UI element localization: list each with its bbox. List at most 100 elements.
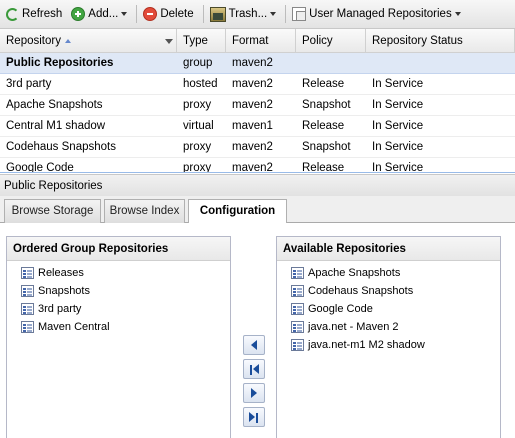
cell-format: maven1 — [232, 120, 273, 132]
list-item-label: java.net - Maven 2 — [308, 321, 399, 333]
chevron-down-icon — [454, 12, 461, 16]
cell-type: virtual — [183, 120, 214, 132]
column-header-status[interactable]: Repository Status — [366, 29, 515, 53]
chevron-down-icon — [121, 12, 128, 16]
delete-button[interactable]: Delete — [140, 3, 196, 25]
list-item[interactable]: java.net - Maven 2 — [277, 318, 500, 336]
cell-policy — [296, 53, 366, 74]
tab-configuration[interactable]: Configuration — [188, 199, 287, 224]
cell-type: hosted — [183, 78, 218, 90]
view-selector-label: User Managed Repositories — [309, 8, 452, 20]
list-item[interactable]: Snapshots — [7, 282, 230, 300]
cell-status: In Service — [372, 141, 424, 153]
available-repositories-list[interactable]: Apache Snapshots Codehaus Snapshots Goog… — [277, 261, 500, 354]
refresh-button[interactable]: Refresh — [3, 3, 65, 25]
list-item[interactable]: Google Code — [277, 300, 500, 318]
list-item[interactable]: 3rd party — [7, 300, 230, 318]
repository-icon — [21, 285, 34, 297]
delete-label: Delete — [160, 8, 194, 20]
toolbar-separator — [285, 5, 287, 23]
trash-button[interactable]: Trash... — [207, 3, 280, 25]
arrow-left-icon — [253, 364, 259, 374]
move-all-right-button[interactable] — [243, 407, 265, 427]
cell-repository: Public Repositories — [6, 57, 114, 69]
table-row[interactable]: Codehaus Snapshots proxy maven2 Snapshot… — [0, 137, 515, 158]
list-item-label: Codehaus Snapshots — [308, 285, 414, 297]
column-header-repository[interactable]: Repository — [0, 29, 177, 53]
column-header-label: Repository — [6, 35, 61, 47]
arrow-right-icon — [251, 388, 257, 398]
cell-status: In Service — [372, 78, 424, 90]
repository-icon — [291, 321, 304, 333]
grid-header: Repository Type Format Policy Repository… — [0, 29, 515, 53]
table-row[interactable]: Google Code proxy maven2 Release In Serv… — [0, 158, 515, 173]
toolbar-separator — [136, 5, 138, 23]
available-repositories-box: Available Repositories Apache Snapshots … — [276, 236, 501, 438]
sort-ascending-icon — [64, 38, 71, 43]
cell-type: proxy — [183, 162, 212, 173]
column-header-type[interactable]: Type — [177, 29, 226, 53]
arrow-left-icon — [251, 340, 257, 350]
tab-bar: Browse Storage Browse Index Configuratio… — [0, 196, 515, 224]
configuration-panel: Ordered Group Repositories Releases Snap… — [0, 223, 515, 438]
panel-title: Public Repositories — [0, 174, 515, 196]
column-header-format[interactable]: Format — [226, 29, 296, 53]
cell-status: In Service — [372, 162, 424, 173]
chevron-down-icon — [270, 12, 277, 16]
cell-status: In Service — [372, 99, 424, 111]
move-right-button[interactable] — [243, 383, 265, 403]
move-all-left-button[interactable] — [243, 359, 265, 379]
cell-repository: Central M1 shadow — [6, 120, 106, 132]
ordered-repositories-list[interactable]: Releases Snapshots 3rd party Maven Centr… — [7, 261, 230, 336]
repository-icon — [291, 303, 304, 315]
cell-policy: Release — [302, 120, 345, 132]
list-item-label: Google Code — [308, 303, 373, 315]
list-item[interactable]: Releases — [7, 264, 230, 282]
list-item[interactable]: Maven Central — [7, 318, 230, 336]
cell-status: In Service — [372, 120, 424, 132]
cell-repository: Codehaus Snapshots — [6, 141, 116, 153]
refresh-label: Refresh — [22, 8, 63, 20]
cell-repository: 3rd party — [6, 78, 52, 90]
delete-icon — [143, 7, 158, 21]
tab-browse-storage[interactable]: Browse Storage — [4, 199, 101, 223]
list-item-label: 3rd party — [38, 303, 82, 315]
cell-policy: Release — [302, 78, 345, 90]
available-repositories-title: Available Repositories — [277, 237, 500, 261]
repository-icon — [291, 339, 304, 351]
ordered-repositories-box: Ordered Group Repositories Releases Snap… — [6, 236, 231, 438]
table-row[interactable]: Public Repositories group maven2 — [0, 53, 515, 74]
table-row[interactable]: Central M1 shadow virtual maven1 Release… — [0, 116, 515, 137]
cell-format: maven2 — [232, 78, 273, 90]
cell-policy: Snapshot — [302, 141, 351, 153]
cell-type: proxy — [183, 141, 212, 153]
cell-repository: Apache Snapshots — [6, 99, 103, 111]
cell-type: group — [183, 57, 213, 69]
column-header-policy[interactable]: Policy — [296, 29, 366, 53]
add-button[interactable]: Add... — [68, 3, 130, 25]
list-item-label: Apache Snapshots — [308, 267, 401, 279]
toolbar-separator — [202, 5, 204, 23]
repository-icon — [21, 267, 34, 279]
add-label: Add... — [88, 8, 119, 20]
arrow-right-icon — [249, 412, 255, 422]
column-menu-icon[interactable] — [165, 39, 173, 44]
list-item[interactable]: java.net-m1 M2 shadow — [277, 336, 500, 354]
list-item[interactable]: Apache Snapshots — [277, 264, 500, 282]
view-selector-button[interactable]: User Managed Repositories — [289, 3, 464, 25]
trash-label: Trash... — [228, 8, 268, 20]
table-row[interactable]: 3rd party hosted maven2 Release In Servi… — [0, 74, 515, 95]
ordered-repositories-title: Ordered Group Repositories — [7, 237, 230, 261]
cell-policy: Snapshot — [302, 99, 351, 111]
trash-icon — [209, 6, 226, 22]
table-row[interactable]: Apache Snapshots proxy maven2 Snapshot I… — [0, 95, 515, 116]
list-item[interactable]: Codehaus Snapshots — [277, 282, 500, 300]
arrow-bar-icon — [250, 365, 252, 375]
tab-browse-index[interactable]: Browse Index — [104, 199, 185, 223]
list-item-label: Releases — [38, 267, 84, 279]
cell-type: proxy — [183, 99, 212, 111]
list-item-label: Snapshots — [38, 285, 90, 297]
repository-icon — [21, 321, 34, 333]
cell-format: maven2 — [232, 141, 273, 153]
move-left-button[interactable] — [243, 335, 265, 355]
